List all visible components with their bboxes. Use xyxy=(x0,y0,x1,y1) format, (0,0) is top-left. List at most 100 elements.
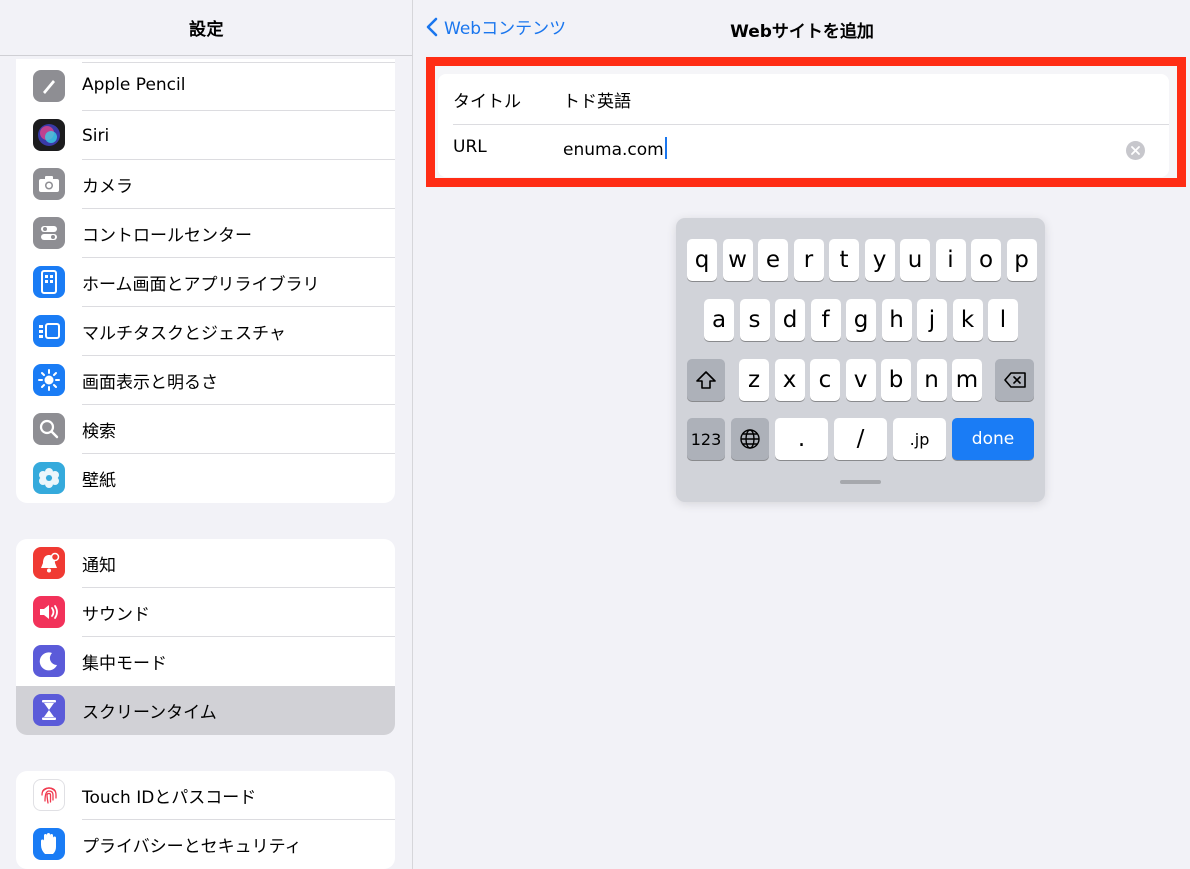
key-k[interactable]: k xyxy=(952,299,983,341)
globe-icon xyxy=(740,429,760,449)
sidebar-item-label: コントロールセンター xyxy=(82,226,252,246)
key-e[interactable]: e xyxy=(758,239,788,281)
key-p[interactable]: p xyxy=(1006,239,1037,281)
row-divider xyxy=(82,62,395,63)
key-v[interactable]: v xyxy=(845,359,876,401)
key-q[interactable]: q xyxy=(687,239,717,281)
key-o[interactable]: o xyxy=(971,239,1001,281)
key-f[interactable]: f xyxy=(810,299,841,341)
sidebar-item-label: Apple Pencil xyxy=(82,75,186,95)
key-w[interactable]: w xyxy=(722,239,753,281)
moon-icon xyxy=(33,645,65,677)
navigation-bar: Webコンテンツ Webサイトを追加 xyxy=(414,0,1190,56)
sidebar-item[interactable]: プライバシーとセキュリティ xyxy=(16,820,395,869)
title-row[interactable]: タイトル トド英語 xyxy=(438,74,1169,124)
sidebar-item-label: 壁紙 xyxy=(82,471,116,491)
url-label: URL xyxy=(453,137,487,157)
sidebar-item-label: スクリーンタイム xyxy=(82,703,217,723)
key-g[interactable]: g xyxy=(846,299,876,341)
sidebar-item[interactable]: 通知 xyxy=(16,539,395,588)
sidebar-item[interactable]: 集中モード xyxy=(16,637,395,686)
sidebar-item-label: Touch IDとパスコード xyxy=(82,788,257,808)
globe-key[interactable] xyxy=(731,418,769,460)
sidebar-item[interactable]: Touch IDとパスコード xyxy=(16,771,395,820)
shift-icon xyxy=(696,371,716,389)
hourglass-icon xyxy=(33,694,65,726)
sidebar-item-label: 集中モード xyxy=(82,654,167,674)
key-t[interactable]: t xyxy=(829,239,859,281)
sidebar-item[interactable]: 画面表示と明るさ xyxy=(16,356,395,405)
key-m[interactable]: m xyxy=(952,359,982,401)
key-z[interactable]: z xyxy=(739,359,769,401)
key-d[interactable]: d xyxy=(775,299,805,341)
backspace-icon xyxy=(1003,372,1026,388)
url-row[interactable]: URL enuma.com xyxy=(438,124,1169,174)
key-x[interactable]: x xyxy=(774,359,805,401)
delete-key[interactable] xyxy=(995,359,1034,401)
pencil-icon xyxy=(33,70,65,102)
key-c[interactable]: c xyxy=(810,359,840,401)
floating-keyboard: qwertyuiop asdfghjkl zxcvbnm 123 . / .jp… xyxy=(676,218,1045,502)
key-h[interactable]: h xyxy=(881,299,912,341)
sidebar-item[interactable]: サウンド xyxy=(16,588,395,637)
sidebar-item[interactable]: コントロールセンター xyxy=(16,209,395,258)
done-key[interactable]: done xyxy=(952,418,1034,460)
sidebar-item[interactable]: マルチタスクとジェスチャ xyxy=(16,307,395,356)
clear-x-icon xyxy=(1131,146,1140,155)
back-button[interactable]: Webコンテンツ xyxy=(426,14,566,39)
sidebar-item-label: 通知 xyxy=(82,556,116,576)
clear-text-button[interactable] xyxy=(1126,141,1145,160)
sidebar-item[interactable]: Apple Pencil xyxy=(16,59,395,111)
slash-key[interactable]: / xyxy=(834,418,887,460)
chevron-left-icon xyxy=(426,17,438,36)
key-u[interactable]: u xyxy=(900,239,930,281)
domain-key[interactable]: .jp xyxy=(893,418,946,460)
key-s[interactable]: s xyxy=(739,299,770,341)
sidebar-item[interactable]: Siri xyxy=(16,111,395,160)
dot-key[interactable]: . xyxy=(775,418,828,460)
wallpaper-icon xyxy=(33,462,65,494)
key-r[interactable]: r xyxy=(793,239,824,281)
sidebar-item[interactable]: 壁紙 xyxy=(16,454,395,503)
add-website-form: タイトル トド英語 URL enuma.com xyxy=(438,74,1169,177)
settings-group: Touch IDとパスコードプライバシーとセキュリティ xyxy=(16,771,395,869)
settings-group: 通知サウンド集中モードスクリーンタイム xyxy=(16,539,395,735)
sidebar-item-label: サウンド xyxy=(82,605,150,625)
key-a[interactable]: a xyxy=(704,299,734,341)
sound-icon xyxy=(33,596,65,628)
shift-key[interactable] xyxy=(687,359,725,401)
key-b[interactable]: b xyxy=(881,359,911,401)
key-i[interactable]: i xyxy=(935,239,966,281)
keyboard-drag-handle[interactable] xyxy=(840,480,881,484)
key-y[interactable]: y xyxy=(864,239,895,281)
sidebar-item[interactable]: カメラ xyxy=(16,160,395,209)
key-n[interactable]: n xyxy=(916,359,947,401)
title-field[interactable]: トド英語 xyxy=(563,87,631,112)
sidebar-item[interactable]: ホーム画面とアプリライブラリ xyxy=(16,258,395,307)
settings-group: Apple Pencil Siri カメラコントロールセンターホーム画面とアプリライ… xyxy=(16,59,395,503)
url-value: enuma.com xyxy=(563,140,664,160)
numbers-key[interactable]: 123 xyxy=(687,418,725,460)
toggles-icon xyxy=(33,217,65,249)
camera-icon xyxy=(33,168,65,200)
notification-icon xyxy=(33,547,65,579)
sidebar-item-label: Siri xyxy=(82,125,110,146)
url-field[interactable]: enuma.com xyxy=(563,137,667,160)
key-l[interactable]: l xyxy=(988,299,1018,341)
brightness-icon xyxy=(33,364,65,396)
sidebar-item-label: プライバシーとセキュリティ xyxy=(82,837,302,857)
fingerprint-icon xyxy=(33,779,65,811)
title-label: タイトル xyxy=(453,92,521,112)
hand-icon xyxy=(33,828,65,860)
text-cursor xyxy=(664,137,667,159)
sidebar-item-label: カメラ xyxy=(82,177,133,197)
sidebar-item-label: 検索 xyxy=(82,422,116,442)
sidebar-item[interactable]: スクリーンタイム xyxy=(16,686,395,735)
sidebar-item[interactable]: 検索 xyxy=(16,405,395,454)
back-button-label: Webコンテンツ xyxy=(444,19,567,39)
multitask-icon xyxy=(33,315,65,347)
sidebar-item-label: マルチタスクとジェスチャ xyxy=(82,324,286,344)
key-j[interactable]: j xyxy=(917,299,947,341)
sidebar-title: 設定 xyxy=(189,20,224,40)
sidebar-header: 設定 xyxy=(0,0,412,56)
